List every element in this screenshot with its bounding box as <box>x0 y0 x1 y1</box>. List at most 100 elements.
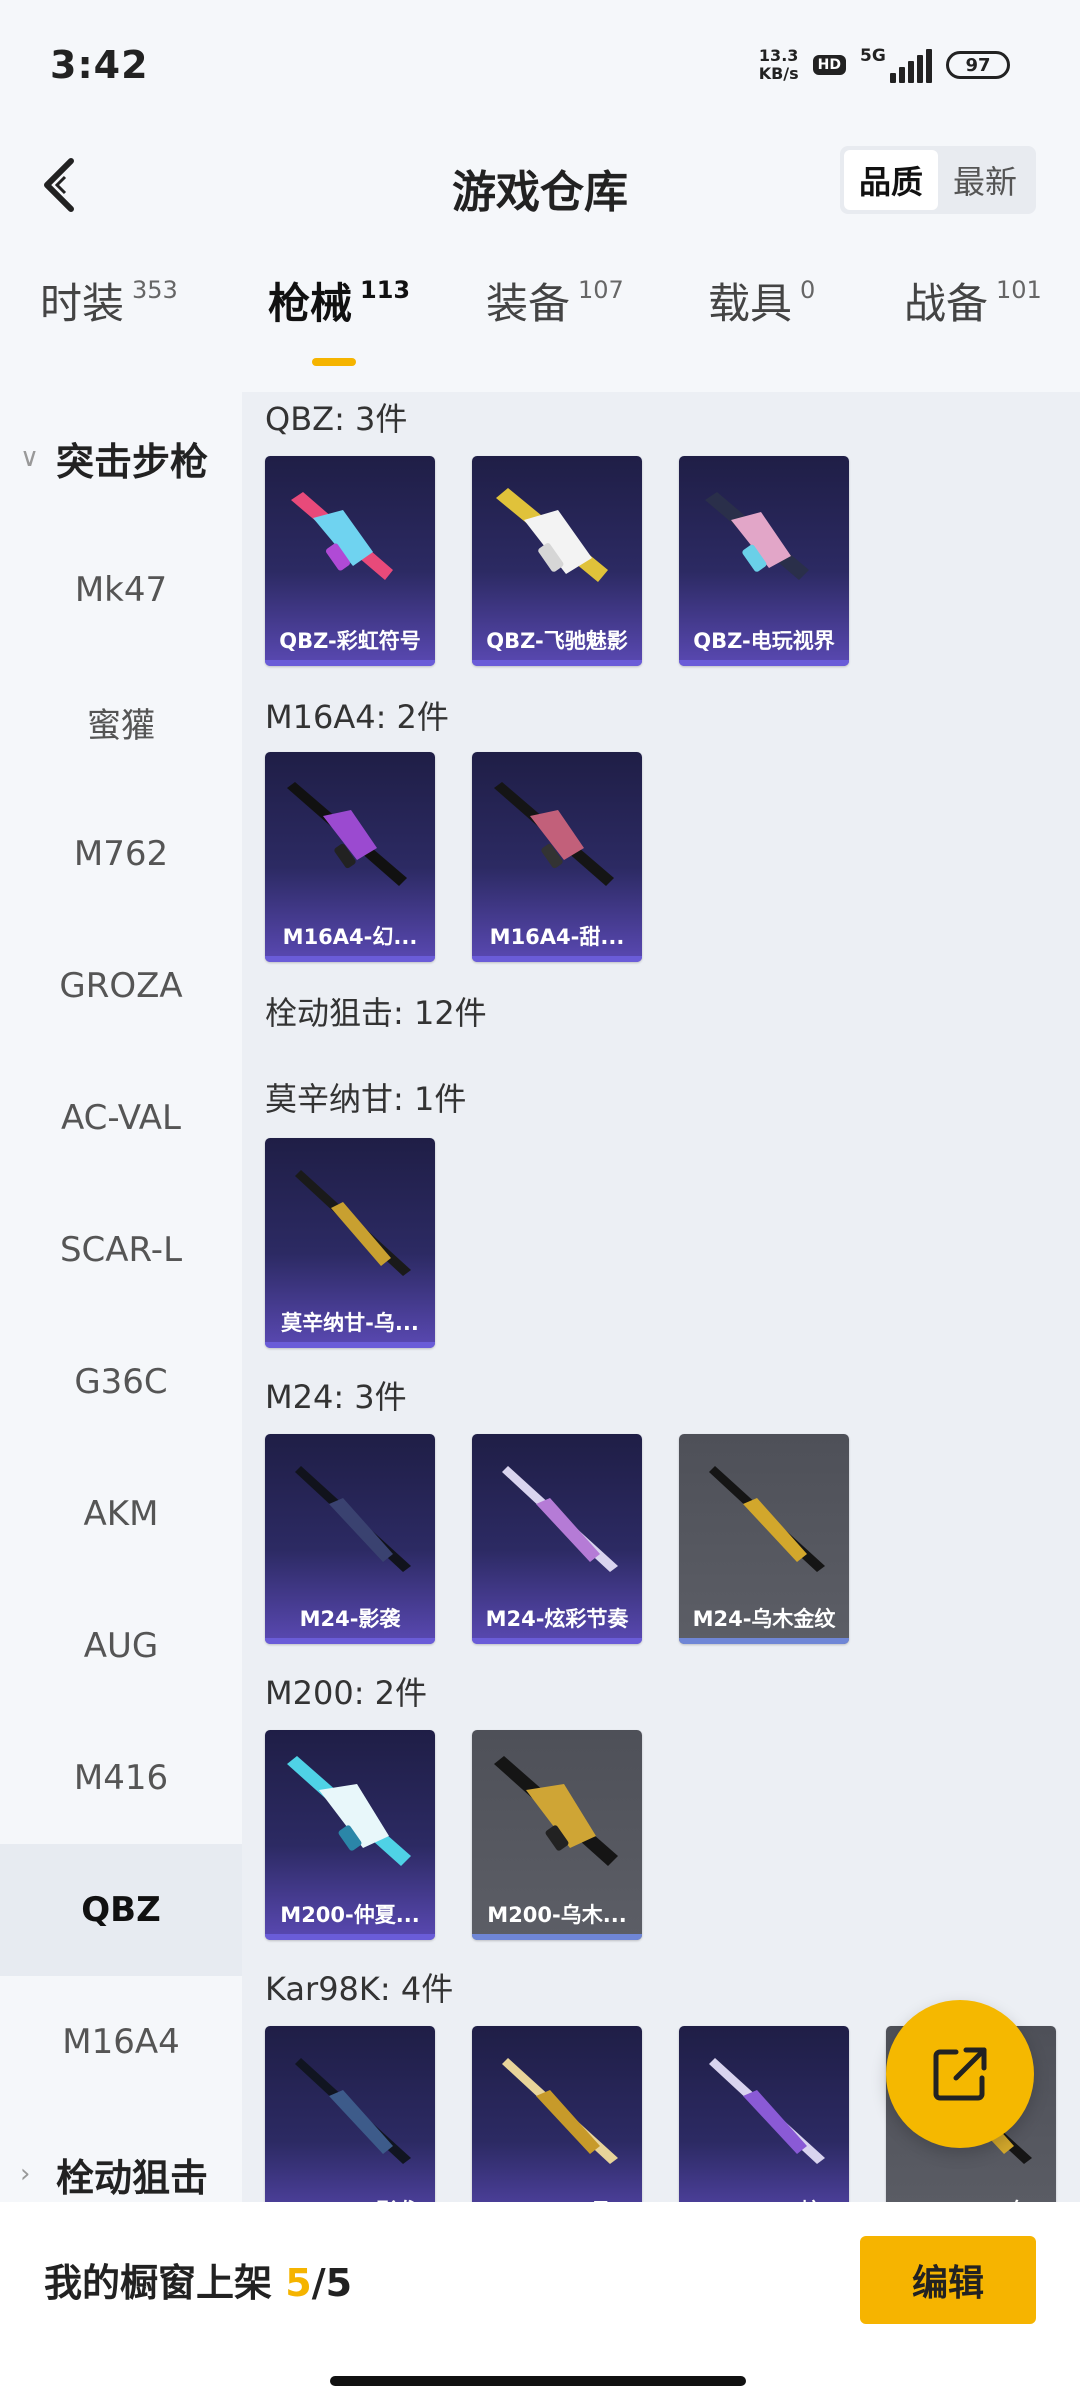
weapon-card-label: M24-炫彩节奏 <box>485 1607 629 1631</box>
tab-label: 战备 <box>904 279 989 328</box>
section-title: QBZ: 3件 <box>265 400 408 438</box>
tab-count: 113 <box>360 276 411 304</box>
section-title: M24: 3件 <box>265 1378 407 1416</box>
weapon-card[interactable]: Kar98K-飞 <box>472 2026 642 2202</box>
showcase-label: 我的橱窗上架 <box>44 2261 273 2305</box>
category-tabs: 时装 353 枪械 113 装备 107 载具 0 战备 101 <box>0 270 1080 380</box>
tab-count: 101 <box>996 276 1042 304</box>
weapon-card-label: M200-仲夏... <box>280 1903 420 1927</box>
weapon-card[interactable]: M16A4-幻... <box>265 752 435 962</box>
hd-icon: HD <box>812 55 846 75</box>
weapon-card[interactable]: M16A4-甜... <box>472 752 642 962</box>
weapon-card-label: M24-乌木金纹 <box>692 1607 836 1631</box>
chevron-right-icon: › <box>20 2159 31 2189</box>
weapon-card[interactable]: M24-乌木金纹 <box>679 1434 849 1644</box>
network-type: 5G <box>860 46 886 66</box>
weapon-grid: QBZ: 3件 M16A4: 2件 栓动狙击: 12件 莫辛纳甘: 1件 M24… <box>242 392 1080 2202</box>
home-indicator[interactable] <box>330 2376 746 2386</box>
weapon-card[interactable]: 莫辛纳甘-乌... <box>265 1138 435 1348</box>
net-speed-value: 13.3 <box>758 46 799 65</box>
qbz-arcade-gun-icon <box>705 492 809 580</box>
status-bar: 3:42 13.3 KB/s HD 5G 97 <box>0 0 1080 130</box>
weapon-type-sidebar: ∨ 突击步枪 Mk47 蜜獾 M762 GROZA AC-VAL SCAR-L … <box>0 392 242 2202</box>
sidebar-item[interactable]: G36C <box>0 1316 242 1448</box>
weapon-card[interactable]: M24-炫彩节奏 <box>472 1434 642 1644</box>
sidebar-item[interactable]: SCAR-L <box>0 1184 242 1316</box>
sidebar-group-assault-rifles[interactable]: ∨ 突击步枪 <box>0 392 242 524</box>
sidebar-group-label: 突击步枪 <box>56 439 209 484</box>
weapon-card[interactable]: M200-乌木... <box>472 1730 642 1940</box>
weapon-card[interactable]: M24-影袭 <box>265 1434 435 1644</box>
kar98k-shadow-gun-icon <box>295 2058 411 2164</box>
showcase-status: 我的橱窗上架 5/5 <box>44 2252 352 2307</box>
m24-ebony-gold-gun-icon <box>709 1466 825 1572</box>
kar98k-gold-gun-icon <box>502 2058 618 2164</box>
sidebar-item[interactable]: M416 <box>0 1712 242 1844</box>
sidebar-item[interactable]: 蜜獾 <box>0 656 242 788</box>
tab-label: 时装 <box>40 279 125 328</box>
sidebar-item[interactable]: AC-VAL <box>0 1052 242 1184</box>
weapon-card[interactable]: M200-仲夏... <box>265 1730 435 1940</box>
tab-label: 载具 <box>708 279 793 328</box>
sidebar-group-label: 栓动狙击 <box>56 2155 209 2200</box>
status-time: 3:42 <box>50 43 149 87</box>
section-title: M200: 2件 <box>265 1674 428 1712</box>
showcase-separator: / <box>311 2261 326 2305</box>
m16a4-gun-icon <box>287 782 407 886</box>
weapon-card[interactable]: QBZ-彩虹符号 <box>265 456 435 666</box>
sidebar-item[interactable]: AKM <box>0 1448 242 1580</box>
sidebar-item[interactable]: GROZA <box>0 920 242 1052</box>
qbz-rainbow-gun-icon <box>291 492 393 580</box>
tab-fashion[interactable]: 时装 353 <box>40 270 178 331</box>
tab-label: 装备 <box>486 279 571 328</box>
weapon-card[interactable]: Kar98K-炫 <box>679 2026 849 2202</box>
sort-quality[interactable]: 品质 <box>844 150 938 210</box>
m200-ebony-gun-icon <box>494 1756 618 1866</box>
chevron-down-icon: ∨ <box>20 443 40 473</box>
section-title: Kar98K: 4件 <box>265 1970 454 2008</box>
status-icons: 13.3 KB/s HD 5G 97 <box>759 47 1010 83</box>
section-title: 莫辛纳甘: 1件 <box>265 1080 467 1118</box>
sidebar-item[interactable]: M762 <box>0 788 242 920</box>
tab-count: 0 <box>800 276 816 304</box>
net-speed-unit: KB/s <box>758 64 799 83</box>
qbz-speed-phantom-gun-icon <box>496 488 608 582</box>
sort-toggle[interactable]: 品质 最新 <box>840 146 1036 214</box>
sidebar-item[interactable]: M16A4 <box>0 1976 242 2108</box>
weapon-card-label: M16A4-甜... <box>489 925 625 949</box>
sidebar-group-bolt-action[interactable]: › 栓动狙击 <box>0 2108 242 2202</box>
weapon-card-label: 莫辛纳甘-乌... <box>281 1311 419 1335</box>
weapon-card-label: QBZ-彩虹符号 <box>279 629 421 653</box>
battery-icon: 97 <box>946 51 1010 79</box>
weapon-card-label: Kar98K-乌 <box>886 2190 1056 2202</box>
tab-label: 枪械 <box>268 279 353 328</box>
sidebar-item[interactable]: Mk47 <box>0 524 242 656</box>
sidebar-item-active[interactable]: QBZ <box>0 1844 242 1976</box>
section-title: M16A4: 2件 <box>265 698 449 736</box>
weapon-card-label: M24-影袭 <box>299 1607 401 1631</box>
weapon-card[interactable]: QBZ-电玩视界 <box>679 456 849 666</box>
weapon-card-label: Kar98K-炫 <box>679 2190 849 2202</box>
share-external-icon <box>933 2047 987 2101</box>
m24-rhythm-gun-icon <box>502 1466 618 1572</box>
bottom-bar: 我的橱窗上架 5/5 编辑 <box>0 2202 1080 2400</box>
edit-button[interactable]: 编辑 <box>860 2236 1036 2324</box>
tab-vehicles[interactable]: 载具 0 <box>708 270 815 331</box>
weapon-card[interactable]: QBZ-飞驰魅影 <box>472 456 642 666</box>
m16a4-sweet-gun-icon <box>494 782 614 886</box>
active-tab-indicator <box>312 358 356 366</box>
weapon-card[interactable]: Kar98K-影袭 <box>265 2026 435 2202</box>
section-title: 栓动狙击: 12件 <box>265 994 487 1032</box>
kar98k-colorful-gun-icon <box>709 2058 825 2164</box>
title-bar: 游戏仓库 品质 最新 <box>0 140 1080 230</box>
share-button[interactable] <box>886 2000 1034 2148</box>
sidebar-item[interactable]: AUG <box>0 1580 242 1712</box>
sort-newest[interactable]: 最新 <box>938 150 1032 210</box>
net-speed: 13.3 KB/s <box>759 47 799 83</box>
tab-guns[interactable]: 枪械 113 <box>268 270 410 331</box>
showcase-count: 5 <box>285 2261 312 2305</box>
tab-equipment[interactable]: 装备 107 <box>486 270 624 331</box>
tab-supplies[interactable]: 战备 101 <box>904 270 1042 331</box>
tab-count: 107 <box>578 276 624 304</box>
weapon-card-label: QBZ-飞驰魅影 <box>486 629 628 653</box>
